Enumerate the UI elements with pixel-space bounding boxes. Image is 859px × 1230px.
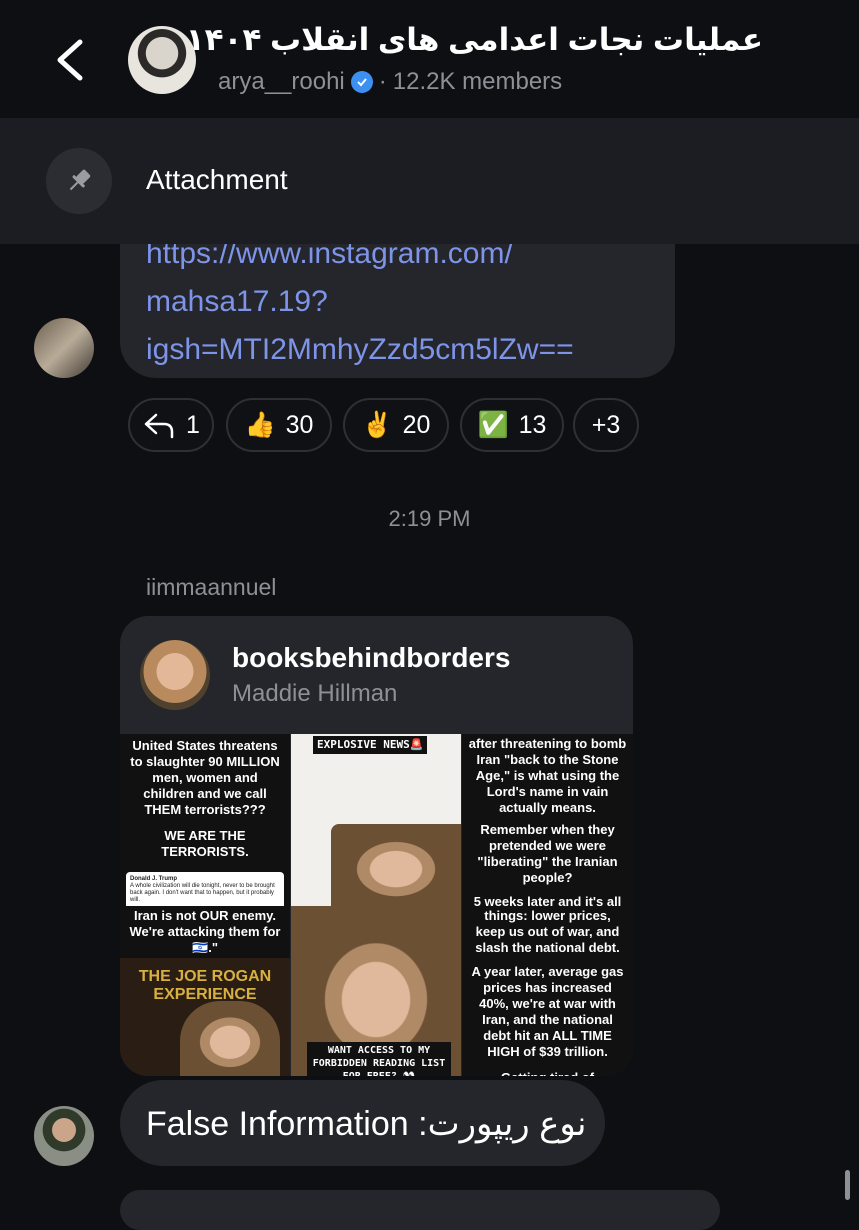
tile-text: WE ARE THE TERRORISTS. bbox=[161, 828, 249, 859]
tweet-text: A whole civilization will die tonight, n… bbox=[130, 883, 275, 903]
timestamp: 2:19 PM bbox=[388, 506, 471, 531]
tile-badge: EXPLOSIVE NEWS🚨 bbox=[313, 736, 428, 754]
check-mark-icon: ✅ bbox=[477, 410, 509, 439]
tile-text: A year later, average gas prices has inc… bbox=[471, 964, 624, 1059]
pin-button[interactable] bbox=[46, 148, 112, 214]
story-tile: things: lower prices, keep us out of war… bbox=[462, 906, 633, 1076]
members-count: 12.2K members bbox=[392, 68, 563, 95]
reaction-victory[interactable]: ✌️ 20 bbox=[343, 398, 449, 452]
sender-name[interactable]: iimmaannuel bbox=[146, 574, 276, 601]
separator-dot: · bbox=[378, 68, 387, 95]
story-tile: United States threatens to slaughter 90 … bbox=[120, 734, 290, 906]
tweet-card: Donald J. Trump A whole civilization wil… bbox=[126, 872, 284, 906]
reaction-count: 30 bbox=[285, 410, 314, 439]
back-button[interactable] bbox=[48, 30, 98, 90]
portrait-image bbox=[180, 1001, 280, 1076]
reaction-thumbs-up[interactable]: 👍 30 bbox=[226, 398, 332, 452]
story-tile: WANT ACCESS TO MY FORBIDDEN READING LIST… bbox=[291, 906, 461, 1076]
reaction-count: 1 bbox=[186, 410, 200, 439]
tile-text: after threatening to bomb Iran "back to … bbox=[468, 736, 627, 815]
scrollbar-thumb[interactable] bbox=[845, 1170, 850, 1200]
link-line: igsh=MTI2MmhyZzd5cm5lZw== bbox=[146, 333, 574, 366]
story-tile: EXPLOSIVE NEWS🚨 bbox=[291, 734, 461, 906]
pin-icon bbox=[69, 169, 91, 191]
tile-text: WANT ACCESS TO MY FORBIDDEN READING LIST… bbox=[307, 1042, 451, 1076]
tile-text: things: lower prices, keep us out of war… bbox=[475, 908, 620, 955]
avatar[interactable] bbox=[34, 318, 94, 378]
avatar[interactable] bbox=[34, 1106, 94, 1166]
story-tile: Iran is not OUR enemy. We're attacking t… bbox=[120, 906, 290, 1076]
reaction-count: +3 bbox=[591, 410, 621, 439]
channel-subtitle[interactable]: arya__roohi · 12.2K members bbox=[218, 68, 562, 96]
message-bubble[interactable] bbox=[120, 1190, 720, 1230]
tile-text: Getting tired of bbox=[462, 1066, 633, 1076]
channel-username: arya__roohi bbox=[218, 68, 345, 95]
story-account-avatar[interactable] bbox=[140, 640, 210, 710]
story-tile: after threatening to bomb Iran "back to … bbox=[462, 734, 633, 906]
podcast-logo: THE JOE ROGAN EXPERIENCE bbox=[138, 968, 272, 1003]
message-link[interactable]: https://www.instagram.com/ mahsa17.19? i… bbox=[146, 230, 666, 374]
more-reactions-button[interactable]: +3 bbox=[573, 398, 639, 452]
victory-hand-icon: ✌️ bbox=[361, 410, 393, 439]
story-account-name[interactable]: booksbehindborders bbox=[232, 642, 510, 674]
reply-icon bbox=[144, 413, 174, 439]
verified-icon bbox=[350, 71, 373, 93]
channel-title[interactable]: عملیات نجات اعدامی های انقلاب ۱۴۰۴ bbox=[186, 22, 763, 58]
tile-text: Iran is not OUR enemy. We're attacking t… bbox=[120, 906, 290, 958]
story-author-name: Maddie Hillman bbox=[232, 680, 398, 707]
reaction-count: 20 bbox=[402, 410, 431, 439]
thumbs-up-icon: 👍 bbox=[244, 410, 276, 439]
chevron-left-icon bbox=[57, 39, 83, 81]
tile-text: Remember when they pretended we were "li… bbox=[477, 822, 618, 885]
tweet-author: Donald J. Trump bbox=[130, 876, 178, 882]
tile-text: 5 weeks later and it's all about stealin… bbox=[473, 894, 622, 906]
portrait-image bbox=[331, 824, 461, 906]
tile-text: United States threatens to slaughter 90 … bbox=[130, 738, 280, 817]
pinned-message-bar[interactable] bbox=[0, 118, 859, 244]
reply-count-button[interactable]: 1 bbox=[128, 398, 214, 452]
message-text: نوع ريپورت: False Information bbox=[146, 1105, 587, 1143]
pinned-label: Attachment bbox=[146, 164, 288, 195]
link-line: mahsa17.19? bbox=[146, 285, 328, 318]
reaction-check[interactable]: ✅ 13 bbox=[460, 398, 564, 452]
reaction-count: 13 bbox=[518, 410, 547, 439]
